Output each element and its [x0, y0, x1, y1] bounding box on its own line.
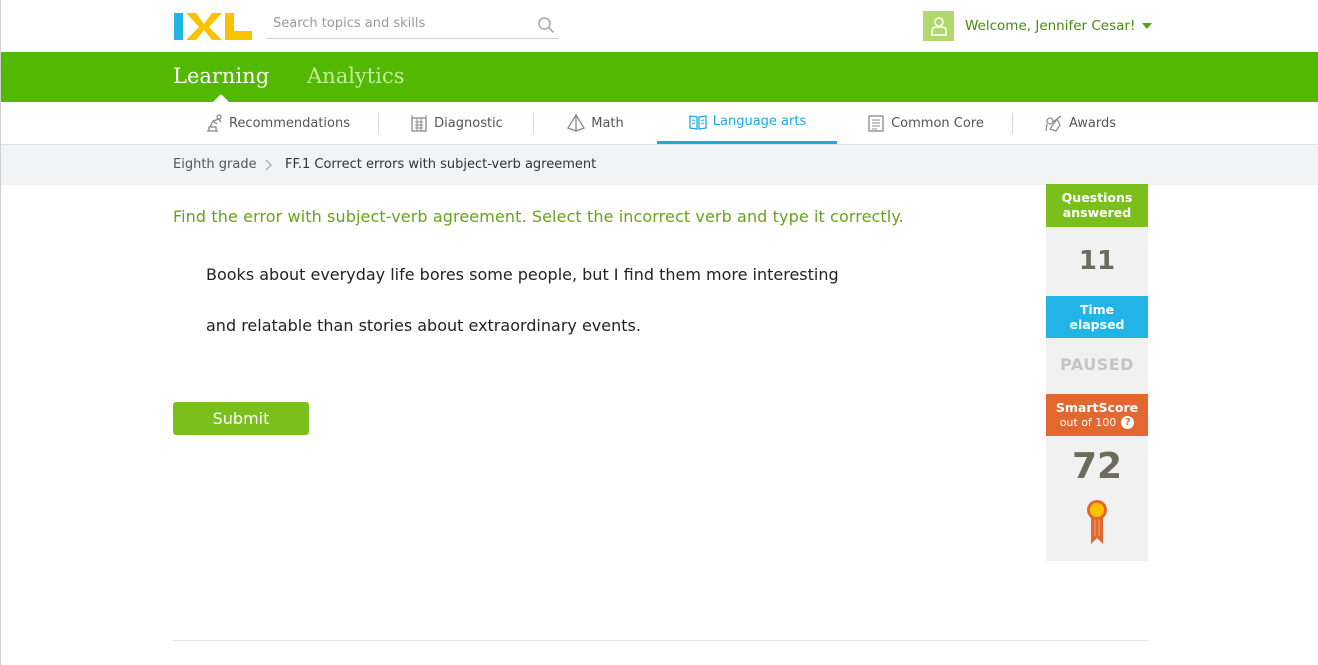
footer-divider	[173, 640, 1148, 641]
smartscore-panel: 72	[1046, 436, 1148, 561]
subnav-item-awards[interactable]: Awards	[1034, 102, 1126, 144]
top-header: Welcome, Jennifer Cesar!	[1, 0, 1318, 52]
medal-ribbon-icon	[1087, 500, 1107, 544]
chevron-right-icon	[265, 159, 272, 171]
subnav-label: Awards	[1068, 115, 1117, 131]
avatar[interactable]	[923, 11, 954, 41]
smartscore-label: SmartScore	[1055, 400, 1139, 415]
subnav-item-language-arts[interactable]: Language arts	[657, 102, 837, 144]
questions-label-line-1: Questions	[1061, 190, 1133, 205]
search-input[interactable]	[273, 16, 523, 31]
submit-button[interactable]: Submit	[173, 402, 309, 435]
subnav-label: Math	[591, 115, 624, 131]
search-icon[interactable]	[537, 16, 555, 34]
help-icon[interactable]: ?	[1121, 416, 1135, 429]
subnav-label: Recommendations	[228, 115, 350, 131]
main-nav: Learning Analytics	[1, 52, 1318, 102]
stats-sidebar: Questions answered 11 Time elapsed PAUSE…	[1046, 184, 1148, 561]
sub-nav: Recommendations Diagnostic Math Language…	[1, 102, 1318, 145]
awards-icon	[1045, 115, 1062, 132]
subnav-item-recommendations[interactable]: Recommendations	[196, 102, 358, 144]
welcome-text: Welcome, Jennifer Cesar!	[965, 18, 1136, 34]
common-core-icon	[868, 115, 884, 132]
subnav-item-math[interactable]: Math	[553, 102, 637, 144]
time-elapsed-header[interactable]: Time elapsed	[1046, 296, 1148, 338]
subnav-item-common-core[interactable]: Common Core	[859, 102, 991, 144]
question-instructions: Find the error with subject-verb agreeme…	[173, 207, 904, 226]
questions-label-line-2: answered	[1062, 205, 1132, 220]
smartscore-value: 72	[1071, 446, 1123, 487]
subnav-label: Language arts	[712, 114, 807, 129]
subnav-item-diagnostic[interactable]: Diagnostic	[400, 102, 512, 144]
questions-answered-value: 11	[1046, 227, 1148, 296]
questions-answered-header: Questions answered	[1046, 184, 1148, 227]
tab-learning[interactable]: Learning	[173, 64, 269, 88]
recommendations-icon	[206, 114, 222, 132]
breadcrumb-grade[interactable]: Eighth grade	[173, 157, 257, 172]
smartscore-header: SmartScore out of 100 ?	[1046, 394, 1148, 436]
subnav-label: Diagnostic	[434, 115, 503, 131]
subnav-label: Common Core	[891, 115, 984, 131]
tab-analytics[interactable]: Analytics	[307, 64, 404, 88]
nav-divider	[378, 113, 379, 134]
active-tab-pointer	[213, 94, 229, 102]
time-elapsed-value[interactable]: PAUSED	[1046, 338, 1148, 394]
nav-divider	[533, 113, 534, 134]
language-arts-icon	[689, 114, 707, 130]
smartscore-subtitle: out of 100 ?	[1048, 415, 1146, 430]
nav-divider	[1012, 113, 1013, 134]
chevron-down-icon	[1142, 23, 1153, 29]
time-label-line-1: Time	[1079, 302, 1115, 317]
time-label-line-2: elapsed	[1069, 317, 1125, 332]
welcome-message[interactable]: Welcome, Jennifer Cesar!	[965, 18, 1153, 34]
breadcrumb: Eighth grade FF.1 Correct errors with su…	[1, 145, 1318, 185]
question-sentence-line-2[interactable]: and relatable than stories about extraor…	[206, 316, 641, 335]
question-sentence-line-1[interactable]: Books about everyday life bores some peo…	[206, 265, 839, 284]
ixl-logo[interactable]	[173, 11, 253, 41]
math-icon	[567, 113, 586, 132]
user-menu[interactable]: Welcome, Jennifer Cesar!	[923, 11, 1153, 41]
user-icon	[930, 17, 947, 36]
smartscore-sub-label: out of 100	[1059, 416, 1117, 429]
diagnostic-icon	[411, 115, 427, 132]
breadcrumb-skill: FF.1 Correct errors with subject-verb ag…	[285, 157, 597, 172]
search-box	[267, 12, 559, 39]
